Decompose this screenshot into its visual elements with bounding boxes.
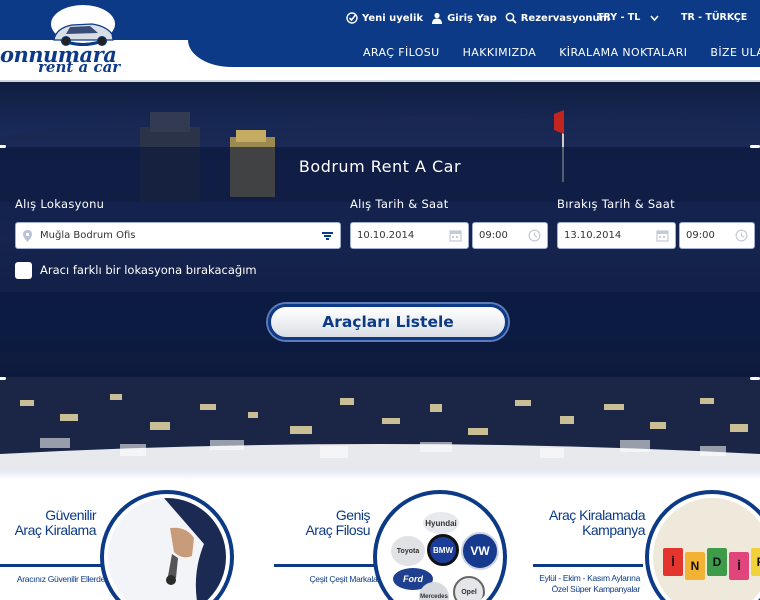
return-date-value: 13.10.2014 [564,230,622,241]
hyundai-logo-icon: Hyundai [423,512,459,534]
nav-item-fleet[interactable]: ARAÇ FİLOSU [363,46,440,59]
pickup-datetime-label: Alış Tarih & Saat [350,197,449,211]
features-band [0,470,760,480]
nav-item-about[interactable]: HAKKIMIZDA [463,46,537,59]
different-location-label: Aracı farklı bir lokasyona bırakacağım [40,263,257,277]
clock-icon [528,229,541,242]
slider-prev-marker-bottom [0,377,6,380]
calendar-icon [656,230,669,242]
clock-icon [735,229,748,242]
feature-trusted-underline [0,564,108,567]
register-link[interactable]: Yeni uyelik [346,12,423,24]
pickup-location-value: Muğla Bodrum Ofis [40,230,136,241]
list-cars-button[interactable]: Araçları Listele [268,304,508,340]
pickup-location-select[interactable]: Muğla Bodrum Ofis [15,222,341,249]
feature-trusted-subtitle: Aracınız Güvenilir Ellerde [16,574,105,584]
feature-fleet-title-2: Araç Filosu [305,522,370,538]
login-link[interactable]: Giriş Yap [431,12,497,24]
calendar-icon [449,230,462,242]
feature-fleet-circle: Hyundai Toyota BMW VW Ford Mercedes Opel [373,490,507,600]
feature-campaign-title-2: Kampanya [582,522,645,538]
bmw-logo-icon: BMW [427,534,459,566]
feature-fleet-title-1: Geniş [335,507,371,523]
my-reservation-link[interactable]: Rezervasyonum [505,12,610,24]
pickup-date-value: 10.10.2014 [357,230,415,241]
feature-fleet-subtitle: Çeşit Çeşit Markalar [309,574,380,584]
logo-tagline: rent a car [38,58,121,76]
feature-trusted-circle [100,490,234,600]
slider-prev-marker [0,145,6,148]
vw-logo-icon: VW [461,532,499,570]
nav-item-locations[interactable]: KİRALAMA NOKTALARI [559,46,687,59]
hero-section: Bodrum Rent A Car Alış Lokasyonu Alış Ta… [0,82,760,470]
pickup-location-label: Alış Lokasyonu [15,197,105,211]
search-panel [0,147,760,377]
mercedes-logo-icon: Mercedes [419,582,449,600]
feature-campaign-subtitle-2: Özel Süper Kampanyalar [551,584,641,594]
feature-trusted-title-1: Güvenilir [45,507,96,523]
currency-select[interactable]: TRY - TL [597,12,640,23]
feature-campaign-title-1: Araç Kiralamada [549,507,646,523]
location-list-icon [322,232,333,240]
search-icon [505,12,517,24]
toyota-logo-icon: Toyota [391,536,425,566]
pickup-time-value: 09:00 [479,230,508,241]
tag-letter: D [707,548,727,576]
hero-title: Bodrum Rent A Car [298,157,462,176]
return-time-value: 09:00 [686,230,715,241]
slider-next-marker [750,145,760,148]
tag-letter: İ [729,552,749,580]
discount-tags-image: İ N D İ R [653,498,760,600]
slider-next-marker-bottom [750,377,760,380]
opel-logo-icon: Opel [453,576,485,600]
user-icon [432,12,443,24]
feature-campaign-subtitle-1: Eylül - Ekim - Kasım Aylarına [539,573,640,583]
brand-logo[interactable]: onnumara rent a car [0,0,122,78]
car-brands-image: Hyundai Toyota BMW VW Ford Mercedes Opel [381,498,499,600]
register-link-label: Yeni uyelik [362,12,424,24]
return-datetime-label: Bırakış Tarih & Saat [557,197,675,211]
list-cars-button-label: Araçları Listele [322,313,454,331]
nav-item-contact[interactable]: BİZE ULAŞIN [710,46,760,59]
chevron-down-icon[interactable] [650,14,659,22]
feature-trusted-image [108,498,226,600]
pickup-date-input[interactable]: 10.10.2014 [350,222,469,249]
tag-letter: İ [663,548,683,576]
check-circle-icon [346,12,358,24]
tag-letter: N [685,552,705,580]
features-section: Güvenilir Araç Kiralama Aracınız Güvenil… [0,470,760,600]
handshake-keys-icon [108,498,226,600]
feature-campaign-circle: İ N D İ R [645,490,760,600]
pickup-time-input[interactable]: 09:00 [472,222,548,249]
tag-letter: R [751,548,760,576]
different-location-checkbox[interactable] [15,262,32,279]
language-select[interactable]: TR - TÜRKÇE [681,12,747,23]
feature-fleet-underline [274,564,382,567]
return-time-input[interactable]: 09:00 [679,222,755,249]
site-header: onnumara rent a car Yeni uyelik Giriş Ya… [0,0,760,82]
account-links: Yeni uyelik Giriş Yap Rezervasyonum [346,12,610,24]
page: onnumara rent a car Yeni uyelik Giriş Ya… [0,0,760,600]
return-date-input[interactable]: 13.10.2014 [557,222,676,249]
feature-campaign-underline [533,564,643,567]
map-pin-icon [23,230,32,242]
login-link-label: Giriş Yap [447,12,497,24]
main-nav: ARAÇ FİLOSU HAKKIMIZDA KİRALAMA NOKTALAR… [363,46,760,59]
feature-trusted-title-2: Araç Kiralama [14,522,97,538]
